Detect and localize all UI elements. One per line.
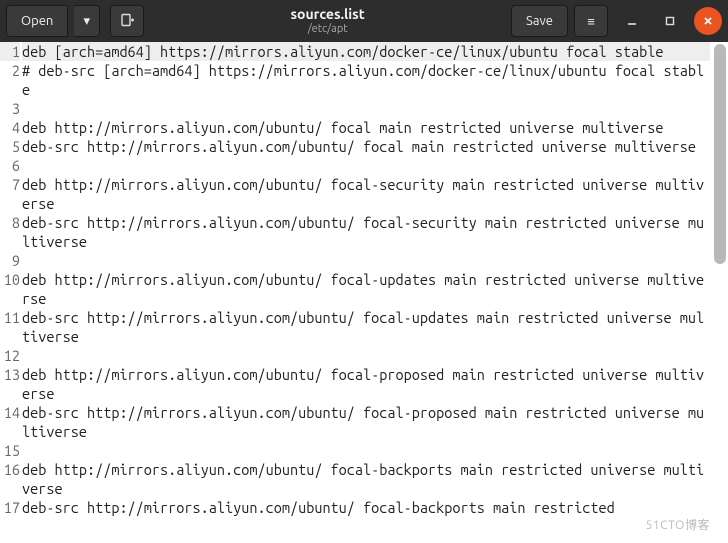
hamburger-icon: ≡ [587,14,595,29]
titlebar: Open ▾ sources.list /etc/apt Save ≡ [0,0,728,42]
line-number: 17 [0,498,20,517]
line-number: 4 [0,118,20,137]
new-tab-button[interactable] [110,5,144,37]
minimize-icon [626,15,638,27]
window-minimize-button[interactable] [618,7,646,35]
line-number: 9 [0,251,20,270]
chevron-down-icon: ▾ [84,14,91,29]
code-line[interactable]: deb http://mirrors.aliyun.com/ubuntu/ fo… [22,118,710,137]
code-line[interactable] [22,251,710,270]
code-line[interactable]: deb-src http://mirrors.aliyun.com/ubuntu… [22,403,710,441]
code-line[interactable]: deb-src http://mirrors.aliyun.com/ubuntu… [22,137,710,156]
code-line[interactable] [22,156,710,175]
text-editor[interactable]: 1234567891011121314151617 deb [arch=amd6… [0,42,728,543]
code-line[interactable]: deb [arch=amd64] https://mirrors.aliyun.… [22,42,710,61]
line-number: 10 [0,270,20,308]
code-area[interactable]: deb [arch=amd64] https://mirrors.aliyun.… [22,42,728,543]
file-path: /etc/apt [150,23,505,35]
code-line[interactable]: deb http://mirrors.aliyun.com/ubuntu/ fo… [22,270,710,308]
hamburger-menu-button[interactable]: ≡ [574,5,608,37]
open-recent-dropdown[interactable]: ▾ [74,5,100,37]
file-name: sources.list [150,7,505,22]
line-number: 1 [0,42,20,61]
line-number: 7 [0,175,20,213]
code-line[interactable]: deb http://mirrors.aliyun.com/ubuntu/ fo… [22,365,710,403]
window-maximize-button[interactable] [656,7,684,35]
code-line[interactable] [22,346,710,365]
title-area: sources.list /etc/apt [150,7,505,34]
code-line[interactable] [22,99,710,118]
line-number: 2 [0,61,20,99]
scrollbar-thumb[interactable] [714,44,726,264]
code-line[interactable]: deb-src http://mirrors.aliyun.com/ubuntu… [22,213,710,251]
code-line[interactable]: # deb-src [arch=amd64] https://mirrors.a… [22,61,710,99]
line-number: 11 [0,308,20,346]
vertical-scrollbar[interactable] [714,44,726,541]
line-number: 12 [0,346,20,365]
line-number: 13 [0,365,20,403]
close-icon [702,15,714,27]
code-line[interactable]: deb-src http://mirrors.aliyun.com/ubuntu… [22,308,710,346]
new-document-icon [119,13,135,29]
line-number: 3 [0,99,20,118]
line-number: 8 [0,213,20,251]
window-close-button[interactable] [694,7,722,35]
line-number: 14 [0,403,20,441]
code-line[interactable]: deb http://mirrors.aliyun.com/ubuntu/ fo… [22,460,710,498]
code-line[interactable] [22,441,710,460]
open-button[interactable]: Open [6,5,68,37]
line-number: 6 [0,156,20,175]
maximize-icon [664,15,676,27]
code-line[interactable]: deb http://mirrors.aliyun.com/ubuntu/ fo… [22,175,710,213]
line-number: 16 [0,460,20,498]
line-number: 15 [0,441,20,460]
line-number: 5 [0,137,20,156]
code-line[interactable]: deb-src http://mirrors.aliyun.com/ubuntu… [22,498,710,517]
line-number-gutter: 1234567891011121314151617 [0,42,22,543]
save-button[interactable]: Save [511,5,568,37]
